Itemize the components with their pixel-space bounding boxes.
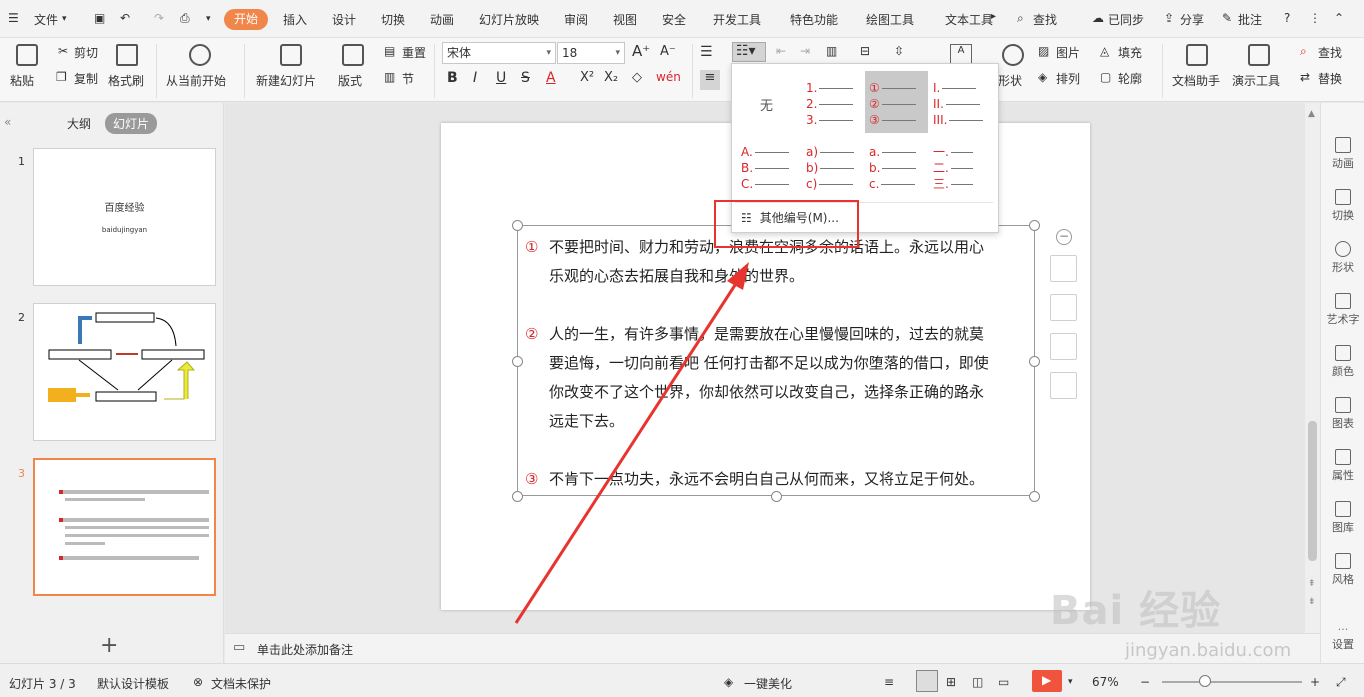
baidu-watermark: Bai 经验 bbox=[1050, 588, 1222, 634]
watermark-url: jingyan.baidu.com bbox=[1125, 640, 1292, 661]
